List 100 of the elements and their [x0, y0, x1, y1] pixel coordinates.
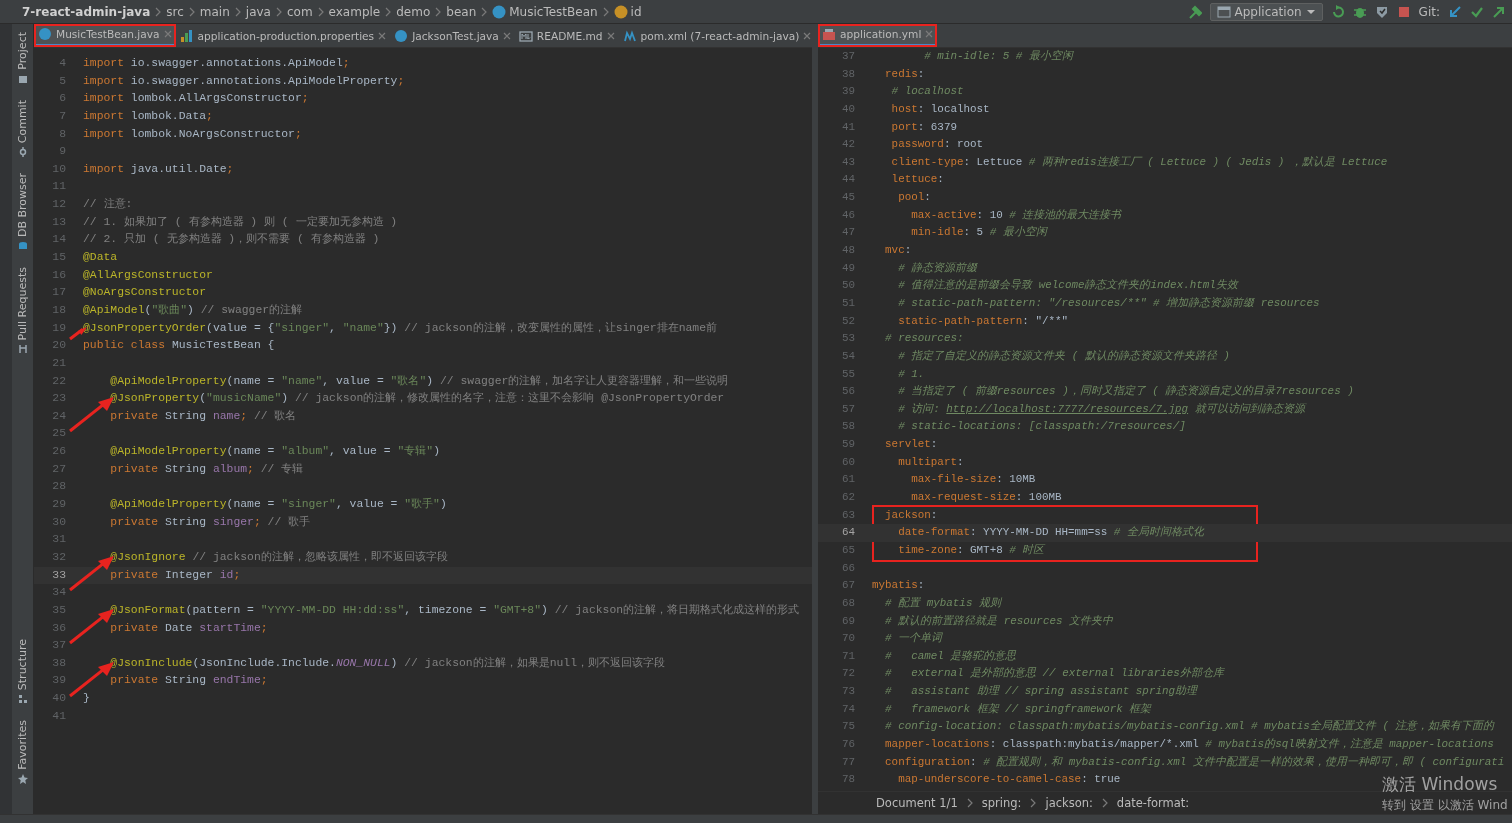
run-configuration-dropdown[interactable]: Application: [1209, 2, 1323, 21]
pull-request-icon: [17, 344, 28, 355]
line-number: 47: [840, 225, 856, 241]
line-number: 66: [840, 560, 856, 576]
star-icon: [17, 774, 28, 784]
line-number: 18: [51, 302, 67, 318]
code-line: @ApiModelProperty(name = "album", value = "专辑"): [109, 444, 440, 460]
field-icon: [613, 4, 628, 19]
line-number: 39: [840, 84, 856, 100]
editor-tab[interactable]: application.yml: [818, 24, 938, 47]
code-line: # 配置 mybatis 规则: [884, 595, 1001, 611]
close-icon[interactable]: [606, 31, 615, 40]
chevron-icon: [434, 5, 443, 18]
editor-tab[interactable]: JacksonTest.java: [390, 24, 515, 47]
breadcrumb-item[interactable]: com: [286, 4, 313, 19]
chevron-icon: [233, 5, 242, 18]
code-line: # assistant 助理 // spring assistant spring助理: [884, 684, 1198, 700]
line-number: 4: [58, 56, 67, 71]
chevron-icon: [274, 5, 283, 18]
code-line: redis:: [884, 66, 925, 82]
breadcrumb-item[interactable]: spring:: [981, 796, 1022, 810]
arrow-icon[interactable]: [1492, 4, 1506, 19]
breadcrumb-item[interactable]: bean: [446, 4, 477, 19]
line-number: 60: [840, 454, 856, 470]
line-number: 57: [840, 401, 856, 417]
arrow-icon[interactable]: [1448, 4, 1462, 19]
line-number: 55: [840, 366, 856, 382]
editor-tab[interactable]: application-production.properties: [175, 24, 391, 47]
line-number: 51: [840, 295, 856, 311]
line-number: 21: [51, 355, 67, 371]
breadcrumb-item[interactable]: 7-react-admin-java: [22, 4, 151, 19]
line-number: 36: [51, 620, 67, 636]
code-line: // 2. 只加 ( 无参构造器 )，则不需要 ( 有参构造器 ): [83, 232, 380, 248]
line-number: 63: [840, 507, 856, 523]
code-line: @JsonProperty("musicName") // jackson的注解，修改属性的名字，注意：这里不会影响 @JsonPropertyOrder: [109, 391, 725, 407]
code-line: @NoArgsConstructor: [83, 285, 207, 301]
config-file-icon: [822, 27, 836, 41]
breadcrumb-item[interactable]: id: [630, 4, 642, 19]
tool-window-button[interactable]: Project: [16, 32, 29, 84]
line-number: 17: [51, 285, 67, 301]
code-line: # static-path-pattern: "/resources/**" # 增加静态资源前缀 resources: [897, 295, 1320, 311]
chevron-icon: [965, 797, 974, 809]
close-icon[interactable]: [925, 30, 934, 38]
tool-window-button[interactable]: Structure: [16, 639, 29, 705]
line-number: 40: [840, 101, 856, 117]
code-line: private Integer id;: [109, 567, 241, 583]
line-number: 50: [840, 278, 856, 294]
line-number: 46: [840, 207, 856, 223]
breadcrumb-item[interactable]: java: [245, 4, 271, 19]
line-number: 43: [840, 154, 856, 170]
line-number: 74: [840, 701, 856, 717]
line-number: 62: [840, 490, 856, 505]
tool-window-button[interactable]: DB Browser: [16, 172, 29, 251]
close-icon[interactable]: [502, 31, 511, 40]
close-icon[interactable]: [163, 30, 172, 38]
breadcrumb-item[interactable]: Document 1/1: [876, 796, 958, 810]
code-line: import java.util.Date;: [83, 161, 234, 177]
editor-tab[interactable]: README.md: [514, 24, 619, 47]
activation-hint: 转到 设置 以激活 Wind: [1382, 797, 1508, 814]
line-number: 33: [51, 567, 67, 583]
line-number: 42: [840, 137, 856, 153]
chevron-icon: [154, 5, 163, 18]
database-icon: [17, 240, 28, 251]
code-line: import lombok.AllArgsConstructor;: [83, 91, 309, 107]
code-line: # 指定了自定义的静态资源文件夹 ( 默认的静态资源文件夹路径 ): [897, 348, 1230, 364]
breadcrumb-item[interactable]: src: [166, 4, 184, 19]
line-number: 20: [51, 338, 67, 354]
code-line: port: 6379: [890, 119, 957, 135]
line-number: 44: [840, 172, 856, 188]
chevron-icon: [480, 5, 489, 18]
activation-title: 激活 Windows: [1382, 773, 1499, 796]
line-number: 23: [51, 391, 67, 407]
line-number: 67: [840, 578, 856, 594]
line-number: 8: [58, 126, 67, 142]
rerun-icon[interactable]: [1330, 4, 1345, 19]
close-icon[interactable]: [803, 31, 812, 40]
editor-tab[interactable]: MusicTestBean.java: [34, 24, 176, 47]
close-icon[interactable]: [378, 31, 387, 40]
breadcrumb-item[interactable]: main: [199, 4, 230, 19]
tool-window-button[interactable]: Commit: [16, 99, 29, 157]
breadcrumb-item[interactable]: date-format:: [1116, 796, 1190, 810]
code-line: password: root: [890, 137, 984, 153]
code-line: @JsonPropertyOrder(value = {"singer", "name"}) // jackson的注解，改变属性的属性，让singer排在name前: [83, 320, 717, 336]
line-number: 32: [51, 549, 67, 565]
stop-icon[interactable]: [1396, 4, 1411, 19]
code-line: # 1.: [897, 366, 925, 382]
code-line: @JsonFormat(pattern = "YYYY-MM-DD HH:dd:ss", timezone = "GMT+8") // jackson的注解，将日期格式化成这样的形式: [109, 602, 800, 618]
line-number: 24: [51, 408, 67, 424]
breadcrumb-item[interactable]: demo: [396, 4, 431, 19]
line-number: 39: [51, 673, 67, 689]
breadcrumb-item[interactable]: MusicTestBean: [509, 4, 598, 19]
breadcrumb-item[interactable]: jackson:: [1045, 796, 1093, 810]
shield-icon[interactable]: [1374, 4, 1389, 19]
line-number: 48: [840, 243, 856, 259]
code-line: # 默认的前置路径就是 resources 文件夹中: [884, 613, 1114, 629]
hammer-icon[interactable]: [1187, 4, 1202, 19]
tool-window-button[interactable]: Favorites: [16, 720, 29, 784]
tool-window-button[interactable]: Pull Requests: [16, 266, 29, 355]
breadcrumb-item[interactable]: example: [328, 4, 381, 19]
code-line: date-format: YYYY-MM-DD HH=mm=ss # 全局时间格式化: [897, 525, 1204, 541]
